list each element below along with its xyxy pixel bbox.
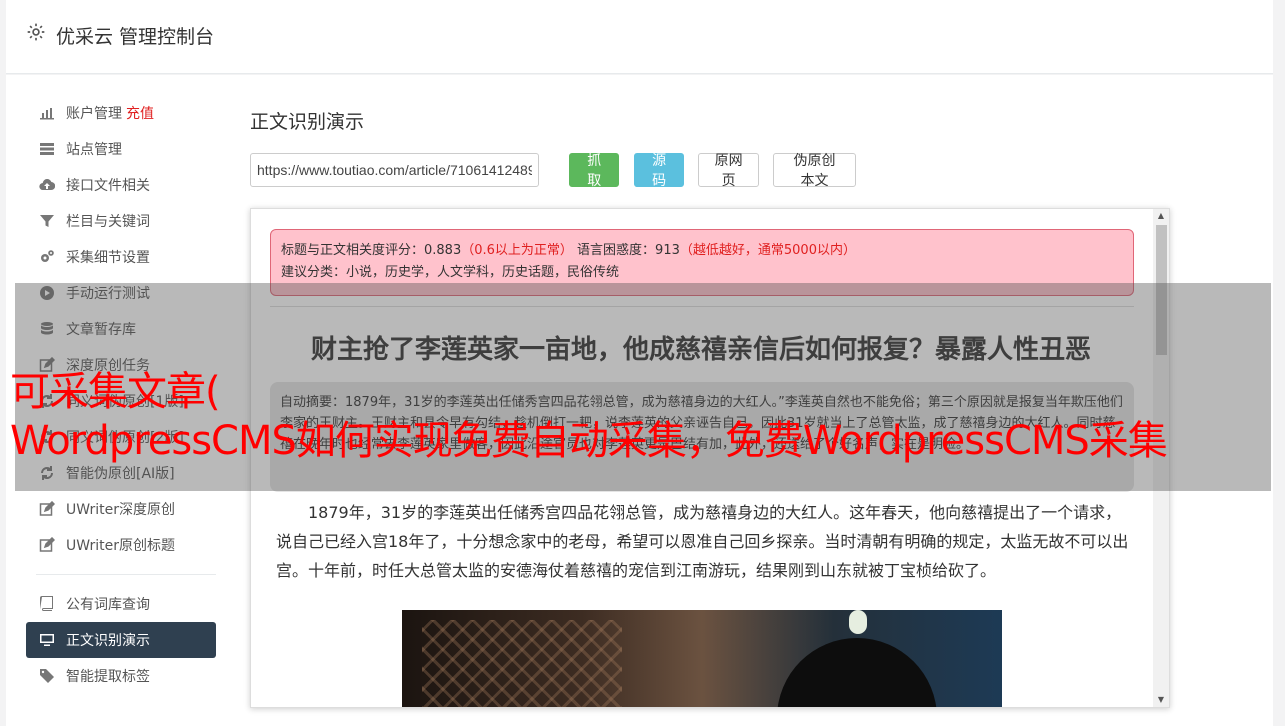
score-line: 标题与正文相关度评分：0.883（0.6以上为正常） 语言困惑度：913（越低越… — [281, 240, 1123, 262]
sidebar-item-synonym-v2[interactable]: 同义词伪原创[2版] — [26, 419, 216, 455]
sidebar-item-label: 栏目与关键词 — [66, 214, 150, 230]
sidebar-item-account[interactable]: 账户管理 充值 — [26, 95, 216, 131]
sidebar-item-public-lexicon[interactable]: 公有词库查询 — [26, 586, 216, 622]
scrollbar-thumb[interactable] — [1156, 225, 1167, 355]
sidebar-item-api-files[interactable]: 接口文件相关 — [26, 167, 216, 203]
image-hat-knob — [849, 610, 867, 634]
article-title: 财主抢了李莲英家一亩地，他成慈禧亲信后如何报复？暴露人性丑恶 — [310, 335, 1091, 365]
image-hat-shape — [777, 638, 937, 707]
sidebar-divider — [36, 574, 216, 575]
content-panel: 账户管理 充值 站点管理 接口文件相关 栏目与关键词 采集细节设置 手动运行测试… — [6, 75, 1273, 726]
image-lattice-decoration — [422, 620, 622, 707]
pseudo-original-button[interactable]: 伪原创本文 — [773, 153, 856, 189]
sidebar-item-label: 采集细节设置 — [66, 250, 150, 266]
play-circle-icon — [38, 285, 56, 301]
article-summary: 自动摘要：1879年，31岁的李莲英出任储秀宫四品花翎总管，成为慈禧身边的大红人… — [270, 382, 1134, 492]
app-title: 优采云 管理控制台 — [56, 26, 215, 48]
database-icon — [38, 321, 56, 337]
original-page-button[interactable]: 原网页 — [698, 153, 760, 189]
sidebar: 账户管理 充值 站点管理 接口文件相关 栏目与关键词 采集细节设置 手动运行测试… — [26, 95, 216, 694]
sidebar-item-sites[interactable]: 站点管理 — [26, 131, 216, 167]
tag-icon — [38, 668, 56, 684]
cogs-icon — [38, 249, 56, 265]
sidebar-item-label: 智能提取标签 — [66, 669, 150, 685]
perplexity-note: （越低越好，通常5000以内） — [679, 243, 856, 258]
server-icon — [38, 141, 56, 157]
sidebar-item-columns-keywords[interactable]: 栏目与关键词 — [26, 203, 216, 239]
filter-icon — [38, 213, 56, 229]
sidebar-item-label: 智能伪原创[AI版] — [66, 466, 175, 482]
sidebar-item-label: 接口文件相关 — [66, 178, 150, 194]
source-button[interactable]: 源码 — [634, 153, 685, 189]
url-toolbar: 抓取 源码 原网页 伪原创本文 — [250, 153, 856, 189]
fetch-button[interactable]: 抓取 — [569, 153, 620, 189]
sidebar-item-smart-tags[interactable]: 智能提取标签 — [26, 658, 216, 694]
sidebar-item-synonym-v1[interactable]: 同义词伪原创[1版] — [26, 383, 216, 419]
category-line: 建议分类：小说，历史学，人文学科，历史话题，民俗传统 — [281, 265, 620, 280]
sidebar-item-label: 手动运行测试 — [66, 286, 150, 302]
recharge-badge[interactable]: 充值 — [126, 103, 154, 123]
article-preview[interactable]: 标题与正文相关度评分：0.883（0.6以上为正常） 语言困惑度：913（越低越… — [250, 208, 1170, 708]
refresh-icon — [38, 393, 56, 409]
refresh-icon — [38, 429, 56, 445]
article-image — [402, 610, 1002, 707]
monitor-icon — [38, 632, 56, 648]
sidebar-item-ai-rewrite[interactable]: 智能伪原创[AI版] — [26, 455, 216, 491]
bar-chart-icon — [38, 105, 56, 121]
relevance-score: 标题与正文相关度评分：0.883 — [281, 243, 462, 258]
sidebar-item-article-storage[interactable]: 文章暂存库 — [26, 311, 216, 347]
sidebar-item-collect-settings[interactable]: 采集细节设置 — [26, 239, 216, 275]
cloud-upload-icon — [38, 177, 56, 193]
gear-icon — [26, 22, 48, 44]
scrollbar[interactable]: ▲ ▼ — [1153, 209, 1169, 707]
edit-icon — [38, 357, 56, 373]
sidebar-item-deep-original[interactable]: 深度原创任务 — [26, 347, 216, 383]
sidebar-item-uwriter-deep[interactable]: UWriter深度原创 — [26, 491, 216, 527]
sidebar-item-text-recognition[interactable]: 正文识别演示 — [26, 622, 216, 658]
url-input[interactable] — [250, 153, 540, 187]
top-bar: 优采云 管理控制台 — [6, 0, 1273, 74]
sidebar-item-label: 同义词伪原创[2版] — [66, 430, 184, 446]
scroll-down-arrow-icon[interactable]: ▼ — [1153, 693, 1169, 707]
article-paragraph: 1879年，31岁的李莲英出任储秀宫四品花翎总管，成为慈禧身边的大红人。这年春天… — [276, 503, 1129, 580]
main-area: 正文识别演示 抓取 源码 原网页 伪原创本文 — [250, 95, 856, 189]
refresh-icon — [38, 465, 56, 481]
sidebar-item-label: 正文识别演示 — [66, 633, 150, 649]
scroll-up-arrow-icon[interactable]: ▲ — [1153, 209, 1169, 223]
page-title: 正文识别演示 — [250, 111, 365, 133]
sidebar-item-label: 深度原创任务 — [66, 358, 150, 374]
perplexity-score: 语言困惑度：913 — [577, 243, 680, 258]
sidebar-item-uwriter-title[interactable]: UWriter原创标题 — [26, 527, 216, 563]
sidebar-item-label: 站点管理 — [66, 142, 122, 158]
sidebar-item-label: UWriter原创标题 — [66, 538, 175, 554]
divider — [270, 306, 1134, 307]
sidebar-item-label: 文章暂存库 — [66, 322, 136, 338]
sidebar-item-label: 账户管理 — [66, 106, 122, 122]
sidebar-item-label: UWriter深度原创 — [66, 502, 175, 518]
score-alert: 标题与正文相关度评分：0.883（0.6以上为正常） 语言困惑度：913（越低越… — [270, 229, 1134, 296]
sidebar-item-label: 同义词伪原创[1版] — [66, 394, 184, 410]
sidebar-item-label: 公有词库查询 — [66, 597, 150, 613]
edit-icon — [38, 537, 56, 553]
edit-icon — [38, 501, 56, 517]
relevance-note: （0.6以上为正常） — [461, 243, 573, 258]
book-icon — [38, 596, 56, 612]
sidebar-item-manual-run[interactable]: 手动运行测试 — [26, 275, 216, 311]
